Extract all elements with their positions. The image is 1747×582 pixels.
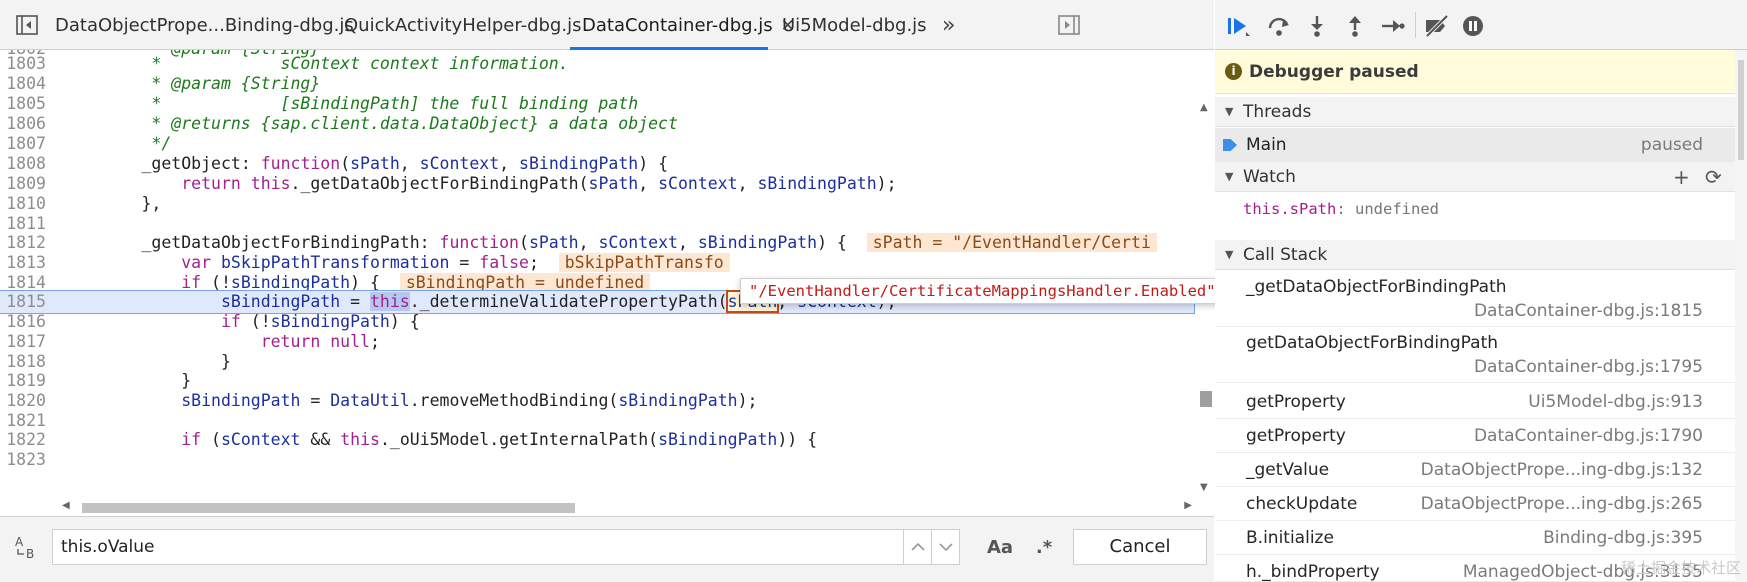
toolbar-divider xyxy=(1415,12,1416,38)
debugger-toolbar xyxy=(1215,0,1747,50)
call-stack-frame[interactable]: getDataObjectForBindingPath DataContaine… xyxy=(1215,327,1735,383)
variable-value-popover: "/EventHandler/CertificateMappingsHandle… xyxy=(740,278,1225,304)
refresh-watch-icon[interactable]: ⟳ xyxy=(1705,162,1722,192)
thread-item-main[interactable]: Main paused xyxy=(1215,128,1735,162)
call-stack-frame[interactable]: B.initialize Binding-dbg.js:395 xyxy=(1215,521,1735,555)
call-stack-frame[interactable]: _getValue DataObjectPrope...ing-dbg.js:1… xyxy=(1215,453,1735,487)
code-line: 1813 var bSkipPathTransformation = false… xyxy=(0,252,1194,274)
tab-datacontainer[interactable]: DataContainer-dbg.js ✕ xyxy=(570,0,795,50)
code-line: 1822 if (sContext && this._oUi5Model.get… xyxy=(6,430,818,449)
search-input[interactable]: this.oValue xyxy=(52,529,904,565)
code-line: 1816 if (!sBindingPath) { xyxy=(6,312,420,331)
watermark: 稀土掘金技术社区 xyxy=(1620,559,1741,577)
code-line: 1819 } xyxy=(6,371,192,390)
info-icon: i xyxy=(1225,63,1242,80)
replace-toggle-icon[interactable]: AB xyxy=(12,529,44,565)
sidebar-scrollbar[interactable] xyxy=(1735,50,1747,582)
tab-dataobjectpropertybinding[interactable]: DataObjectPrope...Binding-dbg.js xyxy=(55,0,354,50)
call-stack-section-header[interactable]: ▼ Call Stack xyxy=(1215,240,1735,270)
code-line: 1803 * sContext context information. xyxy=(6,54,569,73)
code-line: 1808 _getObject: function(sPath, sContex… xyxy=(6,154,669,173)
code-line: 1805 * [sBindingPath] the full binding p… xyxy=(6,94,639,113)
step-over-icon[interactable] xyxy=(1265,12,1293,40)
search-bar: AB this.oValue Aa .* Cancel xyxy=(0,516,1214,582)
editor-horizontal-scrollbar[interactable]: ◀ ▶ xyxy=(62,500,1192,516)
scroll-down-icon[interactable]: ▼ xyxy=(1200,482,1208,493)
tab-quickactivityhelper[interactable]: QuickActivityHelper-dbg.js xyxy=(344,0,581,50)
scroll-up-icon[interactable]: ▲ xyxy=(1200,102,1208,113)
step-icon[interactable] xyxy=(1379,12,1407,40)
resume-icon[interactable] xyxy=(1225,12,1253,40)
code-line: 1820 sBindingPath = DataUtil.removeMetho… xyxy=(6,391,758,410)
collapse-triangle-icon: ▼ xyxy=(1225,170,1234,183)
call-stack-frame[interactable]: checkUpdate DataObjectPrope...ing-dbg.js… xyxy=(1215,487,1735,521)
pause-on-exceptions-icon[interactable] xyxy=(1459,12,1487,40)
add-watch-icon[interactable]: + xyxy=(1673,162,1690,192)
inline-value-spath: sPath = "/EventHandler/Certi xyxy=(866,233,1157,252)
scroll-right-icon[interactable]: ▶ xyxy=(1184,500,1192,511)
svg-text:B: B xyxy=(26,547,34,560)
svg-text:A: A xyxy=(15,535,24,549)
editor-tab-bar: DataObjectPrope...Binding-dbg.js QuickAc… xyxy=(0,0,1214,50)
collapse-triangle-icon: ▼ xyxy=(1225,105,1234,118)
inline-value-sbindingpath: sBindingPath = undefined xyxy=(399,273,651,292)
more-tabs-icon[interactable]: » xyxy=(942,0,955,50)
code-line: 1807 */ xyxy=(6,134,172,153)
code-line: 1817 return null; xyxy=(6,332,380,351)
cancel-button[interactable]: Cancel xyxy=(1073,529,1207,565)
match-case-button[interactable]: Aa xyxy=(984,529,1016,565)
collapse-triangle-icon: ▼ xyxy=(1225,248,1234,261)
scroll-thumb[interactable] xyxy=(1738,60,1744,160)
code-line: 1812 _getDataObjectForBindingPath: funct… xyxy=(0,232,1194,254)
step-into-icon[interactable] xyxy=(1303,12,1331,40)
call-stack-frame[interactable]: _getDataObjectForBindingPath DataContain… xyxy=(1215,271,1735,327)
code-line: 1810 }, xyxy=(6,194,162,213)
thread-status: paused xyxy=(1640,135,1703,155)
scroll-thumb[interactable] xyxy=(82,503,575,513)
deactivate-breakpoints-icon[interactable] xyxy=(1423,12,1451,40)
call-stack-frame[interactable]: getProperty Ui5Model-dbg.js:913 xyxy=(1215,385,1735,419)
scroll-thumb[interactable] xyxy=(1200,391,1212,407)
call-stack-frame[interactable]: getProperty DataContainer-dbg.js:1790 xyxy=(1215,419,1735,453)
scroll-left-icon[interactable]: ◀ xyxy=(62,500,70,511)
editor-vertical-scrollbar[interactable]: ▲ ▼ xyxy=(1196,100,1214,516)
code-line: 1823 xyxy=(6,450,46,469)
search-next-icon[interactable] xyxy=(932,529,960,565)
current-thread-icon xyxy=(1223,139,1237,151)
inline-value-bskippath: bSkipPathTransfo xyxy=(558,253,730,272)
code-line: 1804 * @param {String} xyxy=(6,74,321,93)
watch-section-header[interactable]: ▼ Watch + ⟳ xyxy=(1215,162,1735,192)
code-line: 1809 return this._getDataObjectForBindin… xyxy=(6,174,897,193)
step-out-icon[interactable] xyxy=(1341,12,1369,40)
toggle-debugger-icon[interactable] xyxy=(1056,13,1082,37)
code-line: 1806 * @returns {sap.client.data.DataObj… xyxy=(6,114,678,133)
search-previous-icon[interactable] xyxy=(904,529,932,565)
watch-expression[interactable]: this.sPath: undefined xyxy=(1243,198,1439,220)
tab-ui5model[interactable]: Ui5Model-dbg.js xyxy=(782,0,927,50)
debugger-paused-banner: i Debugger paused xyxy=(1215,50,1735,94)
threads-section-header[interactable]: ▼ Threads xyxy=(1215,97,1735,127)
regex-button[interactable]: .* xyxy=(1030,529,1058,565)
toggle-navigator-icon[interactable] xyxy=(14,13,40,37)
source-editor-pane: DataObjectPrope...Binding-dbg.js QuickAc… xyxy=(0,0,1225,582)
debugger-sidebar: i Debugger paused ▼ Threads Main paused … xyxy=(1215,0,1747,582)
